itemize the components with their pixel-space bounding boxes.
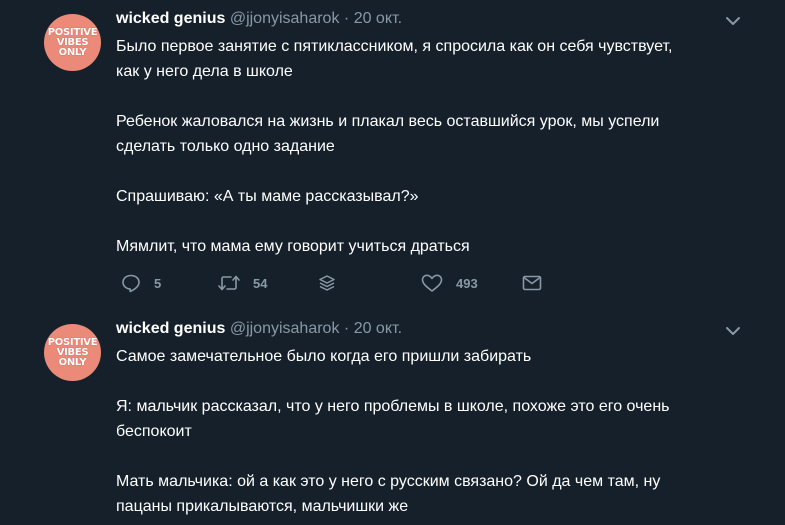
chevron-down-icon[interactable] bbox=[724, 12, 742, 30]
heart-icon bbox=[421, 274, 443, 292]
like-count: 493 bbox=[456, 275, 478, 291]
reply-button[interactable]: 5 bbox=[120, 272, 161, 294]
display-name[interactable]: wicked genius bbox=[116, 10, 225, 27]
stack-icon bbox=[319, 275, 335, 291]
stack-button[interactable] bbox=[317, 272, 337, 294]
retweet-icon bbox=[218, 275, 240, 291]
avatar-logo-text: POSITIVE VIBES ONLY bbox=[47, 26, 98, 58]
avatar-logo-text: POSITIVE VIBES ONLY bbox=[47, 336, 98, 368]
reply-count: 5 bbox=[154, 275, 162, 291]
tweet-paragraph: Самое замечательное было когда его пришл… bbox=[116, 348, 532, 365]
tweet-paragraph: Мать мальчика: ой а как это у него с рус… bbox=[116, 473, 661, 515]
tweet-paragraph: Я: мальчик рассказал, что у него проблем… bbox=[116, 398, 670, 440]
tweet-paragraph: Ребенок жаловался на жизнь и плакал весь… bbox=[116, 113, 660, 155]
tweet-paragraph: Мямлит, что мама ему говорит учиться дра… bbox=[116, 238, 470, 255]
tweet-date[interactable]: 20 окт. bbox=[354, 320, 402, 337]
like-button[interactable]: 493 bbox=[420, 272, 478, 294]
separator-dot: · bbox=[343, 10, 350, 27]
tweet[interactable]: POSITIVE VIBES ONLY wicked genius @jjony… bbox=[0, 0, 785, 310]
user-handle[interactable]: @jjonyisaharok bbox=[230, 10, 340, 27]
separator-dot: · bbox=[343, 320, 350, 337]
avatar[interactable]: POSITIVE VIBES ONLY bbox=[44, 324, 101, 381]
display-name[interactable]: wicked genius bbox=[116, 320, 225, 337]
retweet-button[interactable]: 54 bbox=[217, 272, 267, 294]
tweet-text: Самое замечательное было когда его пришл… bbox=[116, 344, 766, 525]
reply-icon bbox=[122, 274, 140, 293]
tweet-actions: 5 54 493 bbox=[116, 272, 556, 294]
tweet-header: wicked genius @jjonyisaharok · 20 окт. bbox=[116, 319, 402, 339]
tweet-paragraph: Спрашиваю: «А ты маме рассказывал?» bbox=[116, 188, 419, 205]
tweet-date[interactable]: 20 окт. bbox=[354, 10, 402, 27]
envelope-icon bbox=[522, 275, 542, 291]
tweet-text: Было первое занятие с пятиклассником, я … bbox=[116, 34, 766, 284]
retweet-count: 54 bbox=[253, 275, 268, 291]
tweet-header: wicked genius @jjonyisaharok · 20 окт. bbox=[116, 9, 402, 29]
direct-message-button[interactable] bbox=[521, 272, 543, 294]
avatar[interactable]: POSITIVE VIBES ONLY bbox=[44, 14, 101, 71]
user-handle[interactable]: @jjonyisaharok bbox=[230, 320, 340, 337]
tweet-paragraph: Было первое занятие с пятиклассником, я … bbox=[116, 38, 673, 80]
tweet[interactable]: POSITIVE VIBES ONLY wicked genius @jjony… bbox=[0, 310, 785, 525]
chevron-down-icon[interactable] bbox=[724, 322, 742, 340]
